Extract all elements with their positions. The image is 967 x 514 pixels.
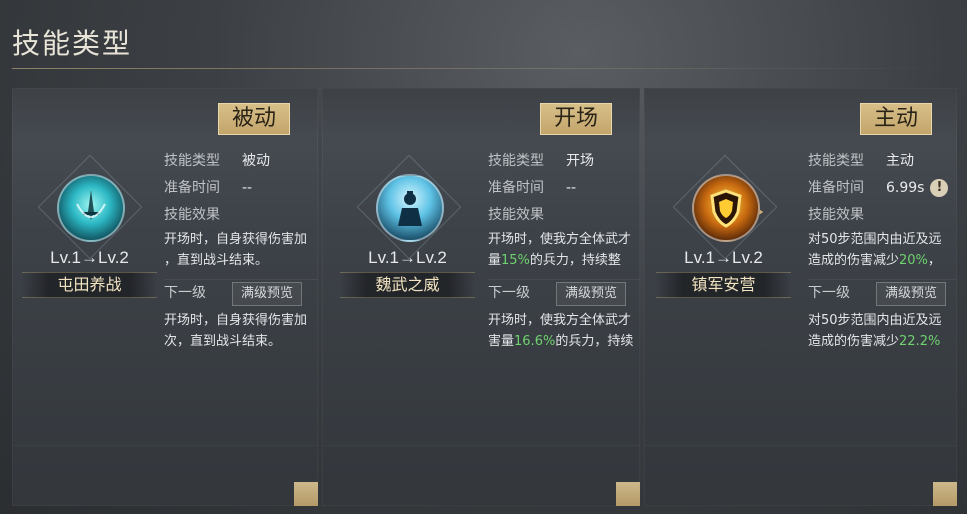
skill-info: 技能类型 被动 准备时间 -- 技能效果 开场时，自身获得伤害加 ，直到战斗结束。 … xyxy=(164,148,318,352)
type-value: 开场 xyxy=(566,153,594,169)
card-divider xyxy=(644,445,957,446)
effect-text: 造成的伤害减少 xyxy=(808,334,900,349)
golden-shield-icon xyxy=(692,174,760,242)
skill-icon-wrap[interactable] xyxy=(356,154,462,260)
effect-text: 量 xyxy=(488,253,502,268)
effect-text: 害量 xyxy=(488,334,515,349)
effect-label: 技能效果 xyxy=(164,207,220,223)
card-corner-ornament xyxy=(933,482,957,506)
next-effect-line: 对50步范围内由近及远 xyxy=(808,313,942,328)
prep-label: 准备时间 xyxy=(164,180,220,196)
general-figure-icon xyxy=(376,174,444,242)
effect-line: 量15%的兵力，持续整 xyxy=(488,250,640,271)
skill-card-weiwu[interactable]: 开场 Lv.1→Lv.2 魏武之威 技能类型 开场 准备时间 -- 技能效果 开场时… xyxy=(322,88,640,506)
prep-label: 准备时间 xyxy=(488,180,544,196)
skill-level: Lv.1→Lv.2 xyxy=(684,248,763,267)
skill-info: 技能类型 开场 准备时间 -- 技能效果 开场时，使我方全体武才 量15%的兵力，持… xyxy=(488,148,640,352)
effect-label: 技能效果 xyxy=(488,207,544,223)
effect-text: 的兵力，持续 xyxy=(555,334,634,349)
prep-value: 6.99s xyxy=(886,180,925,196)
effect-line: 开场时，使我方全体武才 xyxy=(488,232,632,247)
skill-level: Lv.1→Lv.2 xyxy=(368,248,447,267)
page-title: 技能类型 xyxy=(12,27,133,60)
type-value: 被动 xyxy=(242,153,270,169)
skill-info: 技能类型 主动 准备时间 6.99s! 技能效果 对50步范围内由近及远 造成的伤害… xyxy=(808,148,957,352)
next-level-label: 下一级 xyxy=(164,285,206,301)
skill-name: 屯田养战 xyxy=(22,272,157,298)
max-level-preview-button[interactable]: 满级预览 xyxy=(232,282,303,306)
card-divider xyxy=(12,445,318,446)
effect-value: 16.6% xyxy=(514,334,556,349)
skill-name: 魏武之威 xyxy=(340,272,475,298)
effect-text: ， xyxy=(927,253,941,268)
title-divider xyxy=(12,68,952,69)
effect-text: 造成的伤害减少 xyxy=(808,253,900,268)
type-label: 技能类型 xyxy=(808,153,864,169)
effect-label: 技能效果 xyxy=(808,207,864,223)
prep-value: -- xyxy=(242,180,253,196)
skill-type-tag: 被动 xyxy=(218,103,291,135)
effect-value: 15% xyxy=(501,253,530,268)
skill-card-tuntian[interactable]: 被动 Lv.1→Lv.2 屯田养战 技能类型 被动 准备时间 -- 技能效果 开场时… xyxy=(12,88,318,506)
max-level-preview-button[interactable]: 满级预览 xyxy=(556,282,627,306)
type-label: 技能类型 xyxy=(164,153,220,169)
next-effect-line: 造成的伤害减少22.2% xyxy=(808,331,957,352)
prep-value: -- xyxy=(566,180,577,196)
next-level-label: 下一级 xyxy=(488,285,530,301)
type-value: 主动 xyxy=(886,153,914,169)
effect-line: 对50步范围内由近及远 xyxy=(808,232,942,247)
skill-type-tag: 主动 xyxy=(860,103,933,135)
card-corner-ornament xyxy=(616,482,640,506)
effect-value: 22.2% xyxy=(899,334,941,349)
skill-card-zhenjun[interactable]: 主动 Lv.1→Lv.2 镇军安营 技能类型 主动 准备时间 6.99s! 技能效果… xyxy=(644,88,957,506)
info-icon[interactable]: ! xyxy=(930,179,949,197)
skill-name: 镇军安营 xyxy=(656,272,791,298)
next-effect-line: 害量16.6%的兵力，持续 xyxy=(488,331,640,352)
max-level-preview-button[interactable]: 满级预览 xyxy=(876,282,947,306)
effect-line: 开场时，自身获得伤害加 xyxy=(164,232,308,247)
skill-icon-wrap[interactable] xyxy=(37,154,143,260)
next-effect-line: 开场时，自身获得伤害加 xyxy=(164,313,308,328)
next-effect-line: 次，直到战斗结束。 xyxy=(164,334,282,349)
card-divider xyxy=(322,445,640,446)
skill-level: Lv.1→Lv.2 xyxy=(50,248,129,267)
next-effect-line: 开场时，使我方全体武才 xyxy=(488,313,632,328)
effect-line: ，直到战斗结束。 xyxy=(164,253,269,268)
effect-value: 20% xyxy=(899,253,928,268)
effect-text: 的兵力，持续整 xyxy=(529,253,621,268)
skill-icon-wrap[interactable] xyxy=(672,154,778,260)
next-level-label: 下一级 xyxy=(808,285,850,301)
prep-label: 准备时间 xyxy=(808,180,864,196)
effect-line: 造成的伤害减少20%， xyxy=(808,250,957,271)
card-corner-ornament xyxy=(294,482,318,506)
type-label: 技能类型 xyxy=(488,153,544,169)
skill-type-tag: 开场 xyxy=(540,103,613,135)
sword-shield-icon xyxy=(57,174,125,242)
